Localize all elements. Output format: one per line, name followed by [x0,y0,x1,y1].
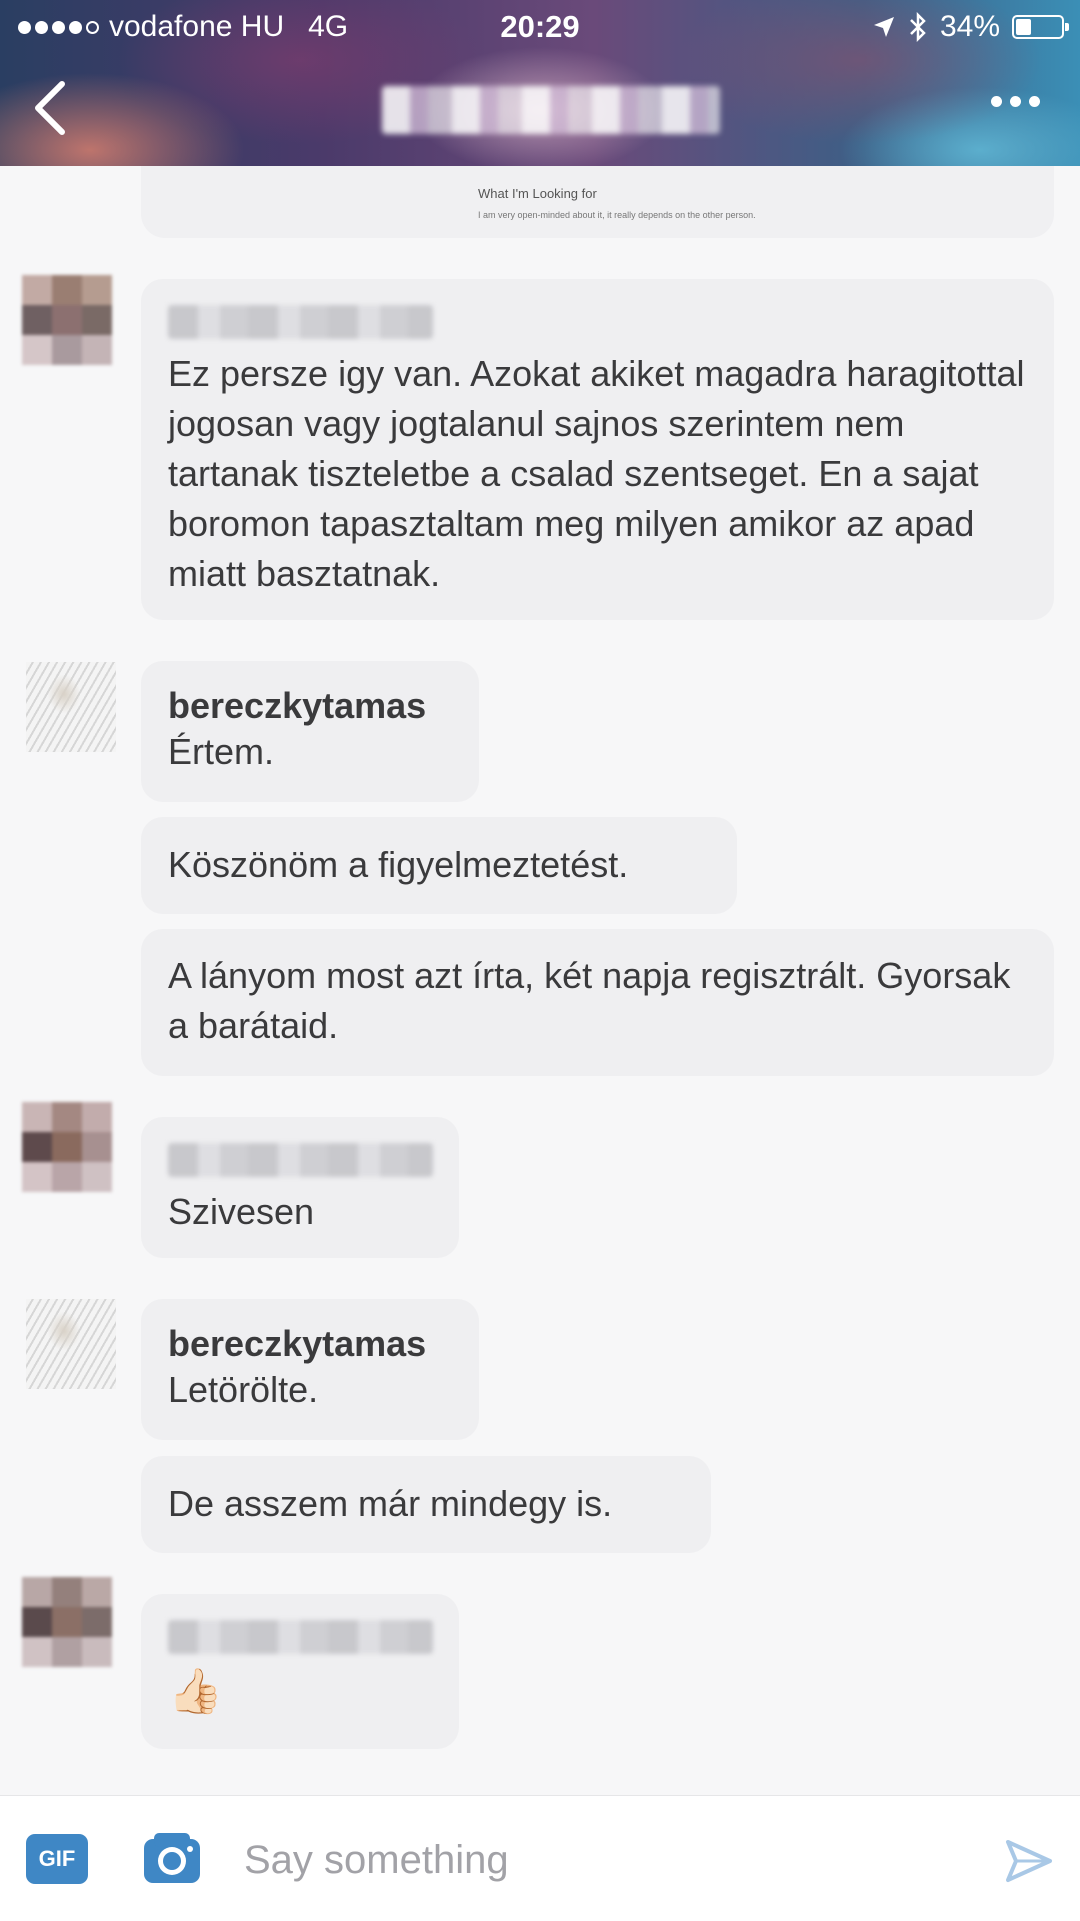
message-bubble: Szivesen [141,1117,459,1258]
back-button[interactable] [26,78,76,138]
sender-name: bereczkytamas [168,1323,427,1364]
bluetooth-icon [910,12,926,42]
message-input[interactable] [242,1826,986,1894]
message-bubble: A lányom most azt írta, két napja regisz… [141,929,1054,1076]
gif-button[interactable]: GIF [26,1834,88,1884]
more-horizontal-icon [991,96,1002,107]
sender-name-blurred [168,1143,433,1177]
avatar[interactable] [22,1577,112,1667]
avatar[interactable] [26,662,116,752]
camera-button[interactable] [140,1829,204,1887]
profile-snippet-text: I am very open-minded about it, it reall… [478,210,756,220]
thumbs-up-emoji: 👍🏻 [168,1667,223,1716]
message-text: De asszem már mindegy is. [168,1483,613,1524]
sender-name-blurred [168,1620,433,1654]
message-text: Értem. [168,731,275,772]
sender-name-blurred [168,305,433,339]
more-options-button[interactable] [991,96,1040,107]
conversation-title [382,86,720,134]
send-button[interactable] [1004,1836,1054,1886]
message-bubble: bereczkytamas Értem. [141,661,479,802]
message-bubble: Ez persze igy van. Azokat akiket magadra… [141,279,1054,620]
profile-snippet-card[interactable]: What I'm Looking for I am very open-mind… [141,166,1054,238]
profile-snippet-heading: What I'm Looking for [478,186,597,201]
message-text: Szivesen [168,1191,315,1232]
avatar[interactable] [22,275,112,365]
chevron-left-icon [35,81,65,135]
battery-percent: 34% [939,10,1000,43]
message-input-bar: GIF [0,1795,1080,1921]
message-bubble: 👍🏻 [141,1594,459,1749]
send-icon [1006,1840,1052,1882]
chat-header: vodafone HU 4G 20:29 34% [0,0,1080,166]
avatar[interactable] [22,1102,112,1192]
sender-name: bereczkytamas [168,685,427,726]
message-text: Ez persze igy van. Azokat akiket magadra… [168,353,1025,594]
message-text: A lányom most azt írta, két napja regisz… [168,955,1011,1046]
message-bubble: bereczkytamas Letörölte. [141,1299,479,1440]
status-bar-right: 34% [872,6,1069,48]
message-bubble: Köszönöm a figyelmeztetést. [141,817,737,914]
message-bubble: De asszem már mindegy is. [141,1456,711,1553]
avatar[interactable] [26,1299,116,1389]
battery-icon [1012,15,1069,39]
location-arrow-icon [873,17,894,37]
camera-icon [144,1833,200,1883]
message-text: Letörölte. [168,1369,319,1410]
message-text: Köszönöm a figyelmeztetést. [168,844,629,885]
battery-level [1016,19,1031,35]
